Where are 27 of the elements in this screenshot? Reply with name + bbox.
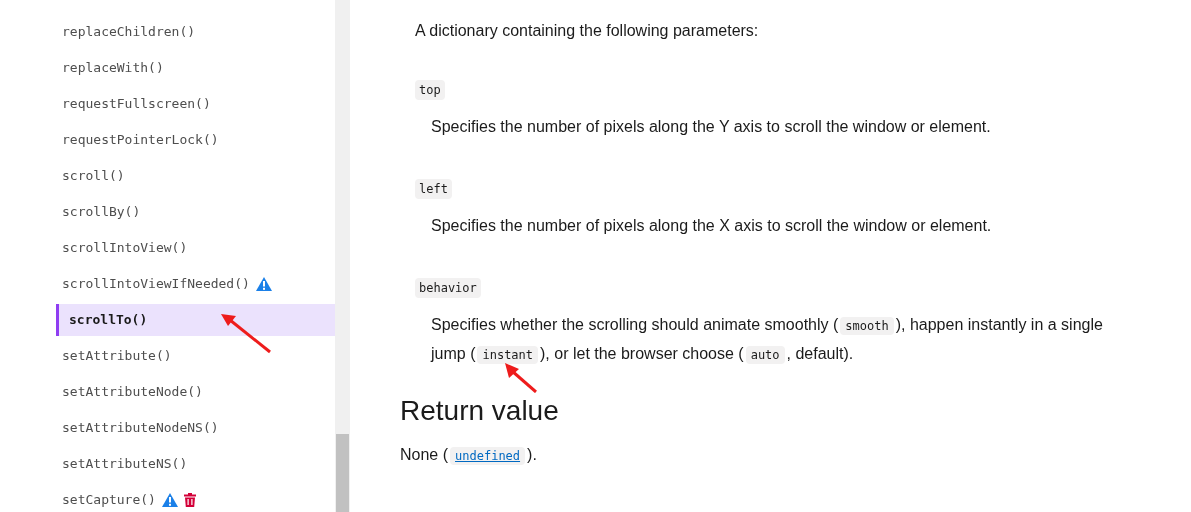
sidebar-item[interactable]: scroll() [62,158,335,194]
parameter-description: Specifies whether the scrolling should animate smoothly ( smooth ), happen instantly in a single jump ( instant ), or let the browser choose ( auto , default). [431,315,1104,366]
sidebar-item[interactable]: scrollIntoView() [62,230,335,266]
sidebar-item[interactable]: scrollTo() [56,304,335,336]
parameter-name: behavior [415,278,481,298]
undefined-link[interactable]: undefined [450,447,526,465]
sidebar-item[interactable]: setAttributeNodeNS() [62,410,335,446]
annotation-arrow [502,360,538,393]
annotation-arrow [218,311,274,356]
parameter-description: Specifies the number of pixels along the X axis to scroll the window or element. [431,216,993,236]
sidebar-item[interactable]: requestPointerLock() [62,122,335,158]
sidebar-item[interactable]: setAttributeNode() [62,374,335,410]
sidebar-item[interactable]: setAttribute() [62,338,335,374]
sidebar-item[interactable]: scrollIntoViewIfNeeded() [62,266,335,302]
scrollbar-thumb[interactable] [336,434,349,512]
parameter-description: Specifies the number of pixels along the Y axis to scroll the window or element. [431,117,992,137]
sidebar-item[interactable]: setCapture() [62,482,335,512]
sidebar-item[interactable]: replaceWith() [62,50,335,86]
sidebar-item[interactable]: replaceChildren() [62,14,335,50]
sidebar-item[interactable]: setAttributeNS() [62,446,335,482]
sidebar-item[interactable]: requestFullscreen() [62,86,335,122]
intro-text: A dictionary containing the following parameters: [415,21,760,41]
sidebar-item[interactable]: scrollBy() [62,194,335,230]
parameter-name: left [415,179,452,199]
parameter-name: top [415,80,445,100]
section-heading: Return value [400,395,559,427]
return-text: None ( undefined ). [400,445,538,467]
